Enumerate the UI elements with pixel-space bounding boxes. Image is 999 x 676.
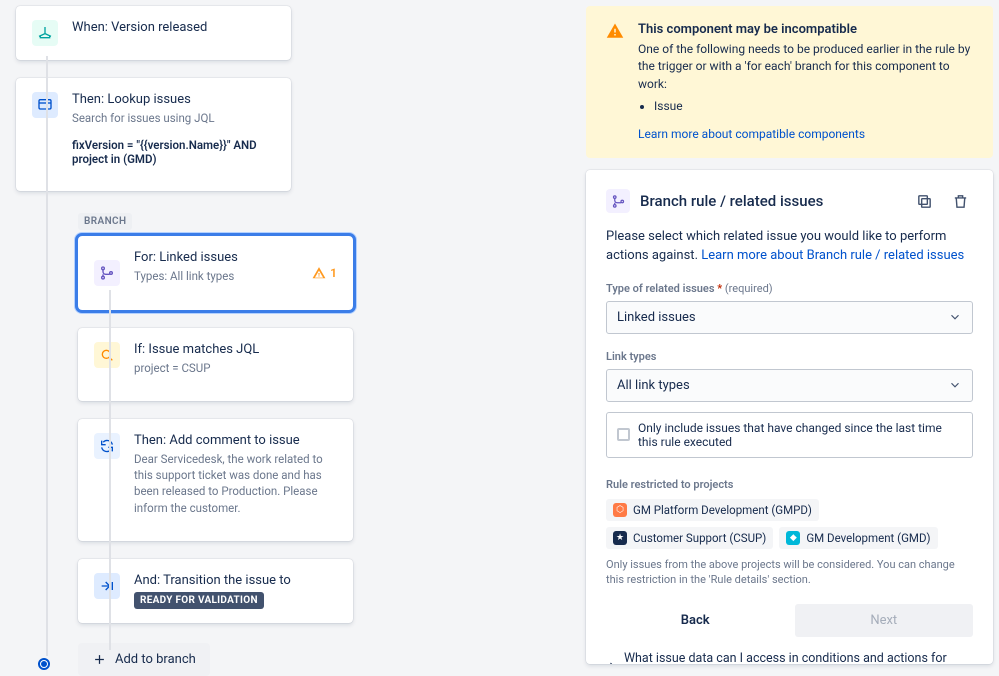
warning-link[interactable]: Learn more about compatible components [638,127,865,141]
transition-status: READY FOR VALIDATION [134,592,264,609]
search-icon [94,342,120,368]
project-chip: ⬡GM Platform Development (GMPD) [606,499,819,521]
warning-desc: One of the following needs to be produce… [638,41,973,93]
condition-node[interactable]: If: Issue matches JQL project = CSUP [78,328,353,402]
comment-sub: Dear Servicedesk, the work related to th… [134,451,337,515]
project-chips: ⬡GM Platform Development (GMPD) ★Custome… [606,499,973,549]
branch-label: BRANCH [78,213,132,230]
branch-title: For: Linked issues [134,250,298,265]
lookup-icon [32,92,58,118]
plus-icon [92,652,107,667]
restrict-hint: Only issues from the above projects will… [606,557,973,588]
data-access-expander[interactable]: What issue data can I access in conditio… [606,651,973,664]
only-changed-checkbox-row[interactable]: Only include issues that have changed si… [606,412,973,458]
back-button[interactable]: Back [606,604,785,637]
type-select[interactable]: Linked issues [606,301,973,334]
lookup-sub: Search for issues using JQL [72,110,275,126]
condition-jql: project = CSUP [134,360,337,376]
panel-desc: Please select which related issue you wo… [606,228,973,266]
panel-title: Branch rule / related issues [640,192,823,210]
restrict-label: Rule restricted to projects [606,478,973,491]
refresh-icon [94,433,120,459]
transition-node[interactable]: And: Transition the issue to READY FOR V… [78,559,353,623]
link-types-label: Link types [606,350,973,363]
chevron-right-icon [606,659,618,664]
duplicate-button[interactable] [911,188,937,214]
lookup-node[interactable]: Then: Lookup issues Search for issues us… [16,78,291,191]
ship-icon [32,20,58,46]
branch-warning-badge: 1 [312,266,337,280]
trigger-node[interactable]: When: Version released [16,6,291,60]
chevron-down-icon [948,310,962,324]
project-chip: ★Customer Support (CSUP) [606,527,773,549]
branch-node[interactable]: For: Linked issues Types: All link types… [78,236,353,310]
step-indicator [38,658,50,670]
condition-title: If: Issue matches JQL [134,342,337,357]
transition-title: And: Transition the issue to [134,573,337,588]
lookup-title: Then: Lookup issues [72,92,275,107]
chevron-down-icon [948,378,962,392]
warning-banner: This component may be incompatible One o… [586,6,993,158]
trigger-title: When: Version released [72,20,275,35]
delete-button[interactable] [947,188,973,214]
transition-icon [94,573,120,599]
config-panel: Branch rule / related issues Please sele… [586,170,993,664]
checkbox[interactable] [617,428,630,441]
warning-title: This component may be incompatible [638,22,973,37]
add-to-branch-button[interactable]: Add to branch [78,643,210,676]
warning-icon [606,22,624,40]
warning-list: Issue [654,99,973,113]
type-field-label: Type of related issues * (required) [606,282,973,295]
link-types-select[interactable]: All link types [606,369,973,402]
panel-branch-icon [606,189,630,213]
comment-title: Then: Add comment to issue [134,433,337,448]
branch-sub: Types: All link types [134,268,298,284]
branch-icon [94,260,120,286]
next-button: Next [795,604,974,637]
panel-desc-link[interactable]: Learn more about Branch rule / related i… [701,248,964,263]
project-chip: ◆GM Development (GMD) [779,527,937,549]
comment-node[interactable]: Then: Add comment to issue Dear Serviced… [78,419,353,541]
lookup-jql: fixVersion = "{{version.Name}}" AND proj… [72,138,275,166]
